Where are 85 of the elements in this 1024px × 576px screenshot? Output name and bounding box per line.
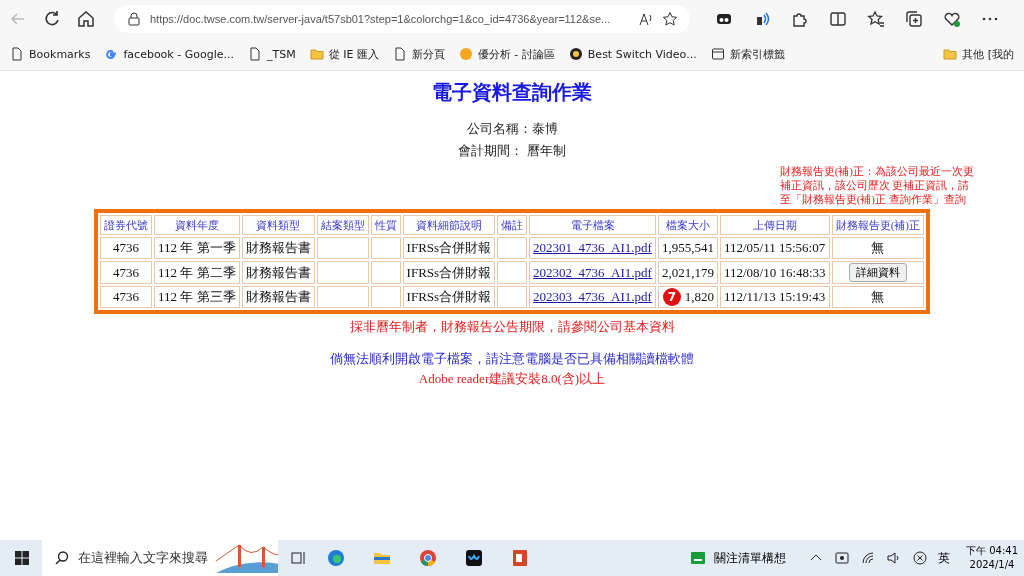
stock-widget[interactable]: 關注清單構想 [690, 549, 786, 567]
table-cell: IFRSs合併財報 [402, 237, 496, 259]
edge-icon[interactable] [326, 548, 346, 568]
note-line: 至「財務報告更(補)正 查詢作業」查詢 [779, 192, 967, 206]
star-icon[interactable] [662, 11, 678, 27]
folder-icon [943, 47, 958, 61]
tray-icon[interactable] [834, 550, 850, 566]
other-bookmarks[interactable]: 其他 [我的 [943, 46, 1014, 62]
column-header: 上傳日期 [719, 215, 830, 235]
company-name: 公司名稱：泰博 [466, 120, 558, 138]
favorites-icon[interactable] [866, 9, 886, 29]
address-bar[interactable]: https://doc.twse.com.tw/server-java/t57sb01?step=1&colorchg=1&co_id=4736&year=112&se... [114, 5, 690, 33]
read-aloud-icon[interactable] [638, 11, 654, 27]
table-cell: 112/08/10 16:48:33 [719, 261, 830, 284]
table-cell: 112 年 第三季 [154, 286, 240, 308]
chrome-icon[interactable] [418, 548, 438, 568]
bookmark[interactable]: Best Switch Video... [568, 47, 697, 61]
collections-icon[interactable] [904, 9, 924, 29]
step-marker: 7 [662, 288, 681, 306]
table-cell: 4736 [100, 237, 153, 259]
g-logo-icon [104, 47, 119, 61]
column-header: 結案類型 [316, 215, 369, 235]
note-line: 財務報告更(補)正：為該公司最近一次更 [779, 164, 974, 178]
note-line: 補正資訊，該公司歷次 更補正資訊，請 [779, 178, 971, 192]
column-header: 電子檔案 [529, 215, 656, 235]
bookmark[interactable]: facebook - Google... [104, 47, 234, 61]
table-cell: IFRSs合併財報 [402, 286, 496, 308]
column-header: 性質 [370, 215, 401, 235]
adobe-note: Adobe reader建議安裝8.0(含)以上 [418, 370, 606, 388]
table-cell: 1,955,541 [661, 240, 714, 255]
table-cell: 2,021,179 [661, 264, 714, 280]
input-method-indicator[interactable]: 英 [938, 549, 950, 567]
site-logo-icon [458, 47, 473, 61]
lock-icon[interactable] [126, 11, 142, 27]
column-header: 證券代號 [100, 215, 153, 235]
folder-icon [309, 47, 324, 61]
close-circle-icon[interactable] [912, 550, 928, 566]
column-header: 財務報告更(補)正 [831, 215, 924, 235]
column-header: 資料年度 [154, 215, 240, 235]
url-text: https://doc.twse.com.tw/server-java/t57sb01?step=1&colorchg=1&co_id=4736&year=112&se... [150, 13, 612, 25]
bookmark[interactable]: 優分析 - 討論區 [458, 46, 555, 62]
clock[interactable]: 下午 04:41 2024/1/4 [966, 544, 1018, 572]
page-icon [247, 47, 262, 61]
bookmark[interactable]: Bookmarks [10, 47, 91, 61]
volume-icon[interactable] [886, 550, 902, 566]
table-cell: 112 年 第二季 [154, 261, 240, 284]
page-title: 電子資料查詢作業 [432, 80, 592, 105]
split-screen-icon[interactable] [828, 9, 848, 29]
tab-icon [710, 47, 725, 61]
bookmark[interactable]: 從 IE 匯入 [309, 46, 379, 62]
table-cell: 112/11/13 15:19:43 [719, 286, 830, 308]
details-button[interactable]: 詳細資料 [848, 263, 907, 282]
app-icon[interactable] [464, 548, 484, 568]
table-cell: 112 年 第一季 [154, 237, 240, 259]
column-header: 備註 [497, 215, 528, 235]
bridge-drawing [216, 543, 278, 573]
accounting-period: 會計期間： 曆年制 [458, 142, 566, 160]
table-cell: 財務報告書 [241, 261, 315, 284]
powerpoint-icon[interactable] [510, 548, 530, 568]
table-cell: 1,820 [684, 289, 714, 304]
chart-icon [690, 550, 706, 566]
table-cell: 無 [871, 240, 885, 255]
taskbar-search-field[interactable]: 在這裡輸入文字來搜尋 [42, 540, 278, 576]
windows-start-icon[interactable] [12, 548, 32, 568]
table-cell: 無 [871, 289, 885, 304]
table-cell: 財務報告書 [241, 286, 315, 308]
page-icon [10, 47, 24, 61]
bookmark[interactable]: 新分頁 [392, 46, 445, 62]
page-icon [392, 47, 407, 61]
column-header: 資料類型 [241, 215, 315, 235]
search-icon [54, 550, 70, 566]
circle-logo-icon [568, 47, 583, 61]
bookmark[interactable]: 新索引標籤 [710, 46, 785, 62]
notice-text: 採非曆年制者，財務報告公告期限，請參閱公司基本資料 [349, 318, 675, 336]
table-cell: 112/05/11 15:56:07 [719, 237, 830, 259]
table-cell: 4736 [100, 261, 153, 284]
home-icon[interactable] [76, 9, 96, 29]
wifi-icon[interactable] [860, 550, 876, 566]
column-header: 檔案大小 [657, 215, 718, 235]
warning-text: 倘無法順利開啟電子檔案，請注意電腦是否已具備相關讀檔軟體 [330, 350, 694, 368]
table-cell: IFRSs合併財報 [402, 261, 496, 284]
table-cell: 財務報告書 [241, 237, 315, 259]
column-header: 資料細節說明 [402, 215, 496, 235]
bookmark[interactable]: _TSM [247, 47, 296, 61]
table-cell: 4736 [100, 286, 153, 308]
